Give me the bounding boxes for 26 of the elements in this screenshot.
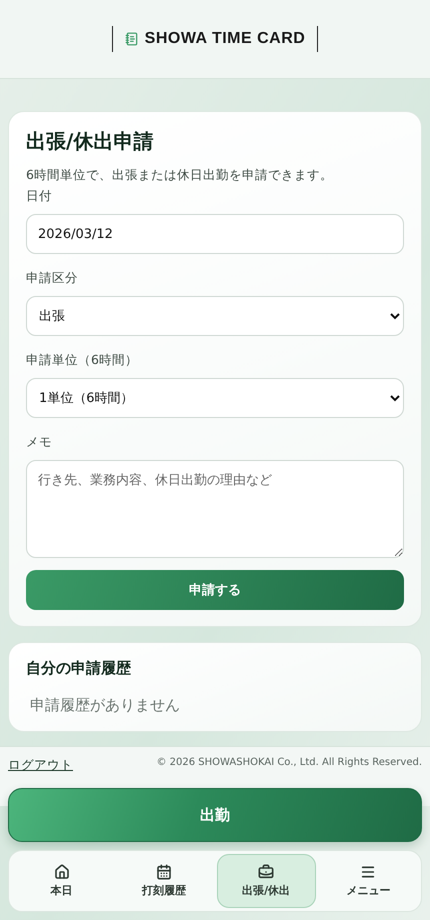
briefcase-icon: [258, 864, 274, 880]
menu-icon: [360, 864, 376, 880]
select-field[interactable]: 出張: [26, 296, 404, 336]
clock-in-button[interactable]: 出勤: [8, 788, 422, 842]
home-icon: [54, 864, 70, 880]
field-label: メモ: [26, 434, 53, 451]
logo: SHOWA TIME CARD: [112, 26, 318, 52]
submit-button[interactable]: 申請する: [26, 570, 404, 610]
form-title: 出張/休出申請: [26, 128, 154, 155]
nav-tab[interactable]: 打刻履歴: [114, 854, 214, 908]
memo-field[interactable]: 行き先、業務内容、休日出勤の理由など: [26, 460, 404, 558]
nav-tab[interactable]: 本日: [12, 854, 112, 908]
date-field[interactable]: 2026/03/12: [26, 214, 404, 254]
history-title: 自分の申請履歴: [26, 659, 132, 678]
document-icon: [124, 32, 139, 46]
field-label: 申請単位（6時間）: [26, 352, 139, 369]
calendar-icon: [156, 864, 172, 880]
copyright-text: © 2026 SHOWASHOKAI Co., Ltd. All Rights Reserved.: [156, 757, 422, 768]
logout-link[interactable]: ログアウト: [8, 757, 73, 774]
field-label: 申請区分: [26, 270, 79, 287]
field-label: 日付: [26, 188, 53, 205]
empty-message: 申請履歴がありません: [30, 696, 181, 715]
form-description: 6時間単位で、出張または休日出勤を申請できます。: [26, 167, 334, 184]
nav-tab[interactable]: メニュー: [318, 854, 418, 908]
select-field[interactable]: 1単位（6時間）: [26, 378, 404, 418]
nav-tab[interactable]: 出張/休出: [216, 854, 316, 908]
